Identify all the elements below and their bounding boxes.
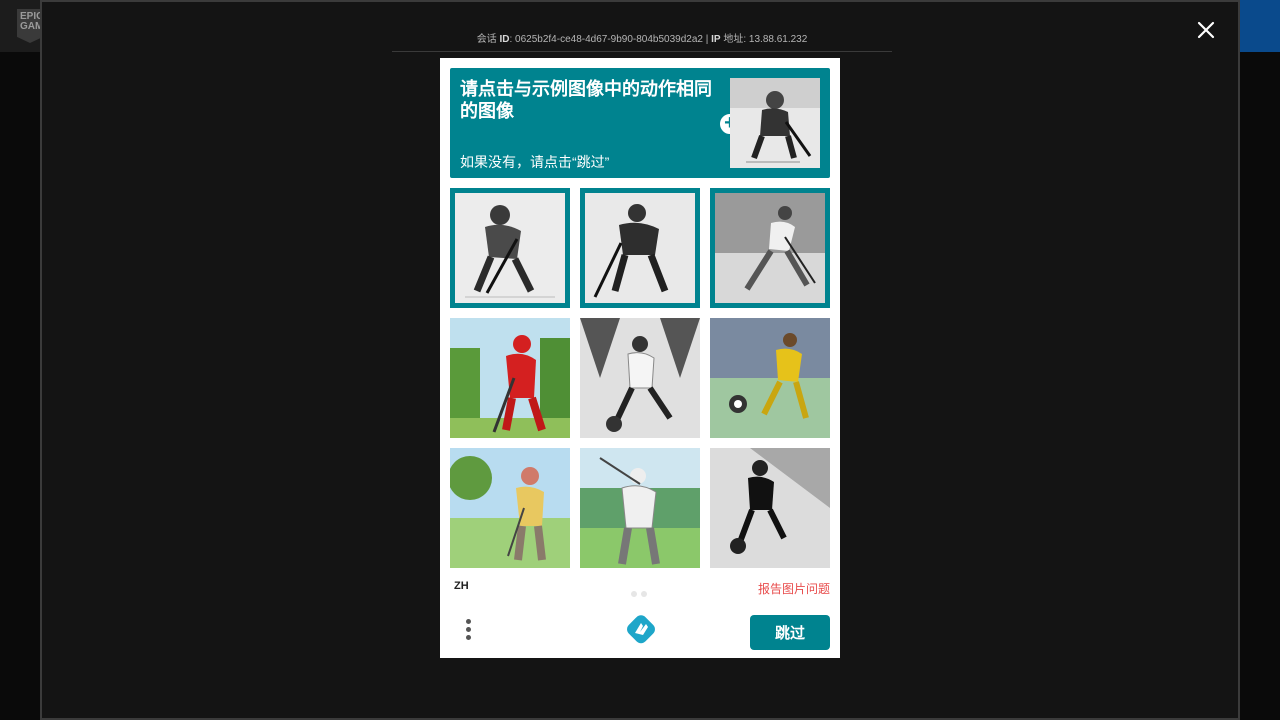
- hcaptcha-logo-icon: [624, 612, 658, 646]
- grid-tile[interactable]: [450, 318, 570, 438]
- language-selector[interactable]: ZH: [454, 580, 469, 592]
- grid-tile[interactable]: [580, 448, 700, 568]
- prompt-title: 请点击与示例图像中的动作相同的图像: [460, 79, 712, 121]
- background-blue-tab: [1238, 0, 1280, 52]
- grid-tile[interactable]: [580, 318, 700, 438]
- grid-tile[interactable]: [450, 188, 570, 308]
- close-icon[interactable]: [1194, 18, 1218, 42]
- session-id-value: : 0625b2f4-ce48-4d67-9b90-804b5039d2a2 |: [509, 34, 712, 45]
- challenge-prompt: 请点击与示例图像中的动作相同的图像 如果没有，请点击“跳过” +: [450, 68, 830, 178]
- grid-tile[interactable]: [710, 318, 830, 438]
- session-info: 会话 ID: 0625b2f4-ce48-4d67-9b90-804b5039d…: [392, 24, 892, 52]
- report-image-link[interactable]: 报告图片问题: [758, 580, 830, 597]
- skip-button[interactable]: 跳过: [750, 615, 830, 650]
- session-id-prefix: 会话: [476, 34, 497, 45]
- page-dot: [641, 591, 647, 597]
- page-dot: [631, 591, 637, 597]
- session-id-label: ID: [499, 34, 510, 45]
- hcaptcha-challenge: 请点击与示例图像中的动作相同的图像 如果没有，请点击“跳过” +: [440, 58, 840, 658]
- example-image: [730, 78, 820, 168]
- grid-tile[interactable]: [710, 188, 830, 308]
- captcha-overlay: 会话 ID: 0625b2f4-ce48-4d67-9b90-804b5039d…: [40, 0, 1240, 720]
- image-grid: [450, 188, 830, 568]
- ip-value: 地址: 13.88.61.232: [720, 34, 808, 45]
- page-indicator: [631, 584, 651, 602]
- grid-tile[interactable]: [450, 448, 570, 568]
- grid-tile[interactable]: [580, 188, 700, 308]
- more-options-icon[interactable]: [462, 616, 474, 646]
- grid-tile[interactable]: [710, 448, 830, 568]
- ip-label: IP: [711, 34, 721, 45]
- prompt-subtitle: 如果没有，请点击“跳过”: [460, 154, 610, 170]
